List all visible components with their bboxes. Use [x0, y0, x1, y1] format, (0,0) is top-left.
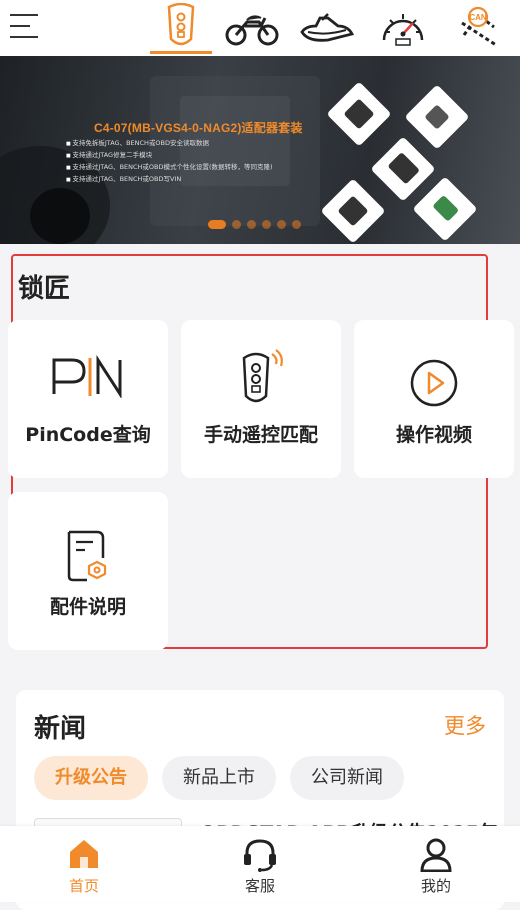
banner-title: C4-07(MB-VGS4-0-NAG2)适配器套装	[94, 121, 303, 135]
chip-company-news[interactable]: 公司新闻	[290, 756, 404, 800]
tile-label: 操作视频	[395, 424, 472, 446]
car-key-icon	[167, 2, 195, 45]
headset-icon	[244, 839, 276, 872]
tab-home[interactable]: 首页	[24, 826, 144, 902]
carousel-dot[interactable]	[232, 220, 241, 229]
tab-label: 我的	[420, 877, 451, 895]
news-more-link[interactable]: 更多	[444, 710, 486, 740]
category-car-key[interactable]	[150, 2, 212, 54]
banner-feature: 支持通过JTAG修复二手模块	[66, 150, 273, 162]
carousel-dot[interactable]	[292, 220, 301, 229]
category-motorcycle[interactable]	[221, 2, 283, 54]
chip-new-products[interactable]: 新品上市	[162, 756, 276, 800]
tile-label: 配件说明	[49, 596, 126, 618]
can-bus-icon: CAN	[461, 6, 497, 47]
odometer-icon	[382, 14, 424, 46]
tile-manual-remote-match[interactable]: 手动遥控匹配	[181, 320, 341, 478]
carousel-indicator	[208, 220, 301, 229]
tile-pincode-query[interactable]: PinCode查询	[8, 320, 168, 478]
tile-operation-video[interactable]: 操作视频	[354, 320, 514, 478]
tile-label: PinCode查询	[25, 424, 151, 446]
tab-profile[interactable]: 我的	[376, 826, 496, 902]
section-title-locksmith: 锁匠	[18, 274, 71, 304]
jet-ski-icon	[300, 13, 355, 42]
banner-feature: 支持免拆板JTAG、BENCH或OBD安全读取数据	[66, 138, 273, 150]
carousel-dot[interactable]	[262, 220, 271, 229]
pin-logo-icon	[52, 354, 122, 398]
chip-upgrade-notice[interactable]: 升级公告	[34, 756, 148, 800]
news-title: 新闻	[34, 714, 87, 744]
home-icon	[70, 840, 98, 868]
bottom-tab-bar: 首页 客服 我的	[0, 826, 520, 902]
carousel-dot[interactable]	[277, 220, 286, 229]
menu-icon[interactable]	[10, 12, 40, 42]
banner-feature: 支持通过JTAG、BENCH或OBD模式个性化设置(数据转移，等同克隆)	[66, 162, 272, 174]
promo-banner[interactable]: C4-07(MB-VGS4-0-NAG2)适配器套装 支持免拆板JTAG、BEN…	[0, 56, 520, 244]
user-icon	[420, 838, 452, 872]
carousel-dot[interactable]	[208, 220, 226, 229]
can-badge-text: CAN	[469, 13, 487, 22]
play-circle-icon	[410, 359, 458, 407]
carousel-dot[interactable]	[247, 220, 256, 229]
banner-feature-list: 支持免拆板JTAG、BENCH或OBD安全读取数据 支持通过JTAG修复二手模块…	[66, 138, 273, 186]
banner-feature: 支持通过JTAG、BENCH或OBD写VIN	[66, 174, 273, 186]
category-can-bus[interactable]: CAN	[448, 2, 510, 54]
tile-label: 手动遥控匹配	[203, 424, 318, 446]
document-gear-icon	[67, 530, 107, 582]
tile-accessory-guide[interactable]: 配件说明	[8, 492, 168, 650]
category-jet-ski[interactable]	[296, 2, 358, 54]
remote-key-icon	[242, 349, 283, 403]
tab-label: 客服	[244, 877, 275, 895]
tab-label: 首页	[68, 877, 99, 895]
motorcycle-icon	[225, 15, 279, 46]
tab-customer-service[interactable]: 客服	[200, 826, 320, 902]
category-odometer[interactable]	[372, 2, 434, 54]
top-category-bar: CAN	[0, 0, 520, 56]
